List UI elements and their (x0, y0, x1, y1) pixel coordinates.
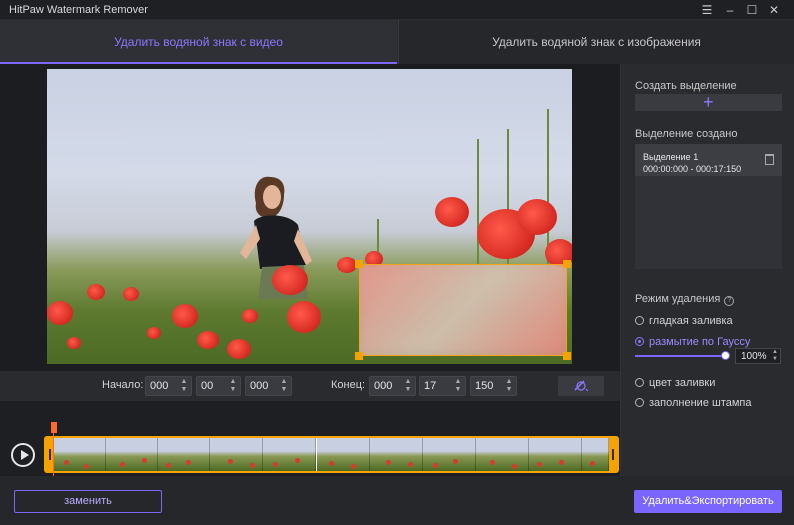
poppy (517, 199, 557, 235)
stepper-arrows-icon[interactable]: ▲ ▼ (404, 378, 412, 394)
app-title: HitPaw Watermark Remover (9, 4, 148, 16)
mode-stamp-fill[interactable]: заполнение штампа (635, 397, 752, 409)
frame-thumbnail (54, 438, 106, 471)
mode-tabs: Удалить водяной знак с видео Удалить вод… (0, 20, 794, 64)
frame-thumbnail (423, 438, 476, 471)
mode-smooth-fill[interactable]: гладкая заливка (635, 315, 733, 327)
poppy (435, 197, 469, 227)
stepper-arrows-icon[interactable]: ▲ ▼ (454, 378, 462, 394)
poppy (197, 331, 219, 349)
blur-slider-knob[interactable] (721, 351, 730, 360)
poppy (47, 301, 73, 325)
menu-icon[interactable]: ☰ (699, 2, 715, 18)
stepper-arrows-icon[interactable]: ▲ ▼ (772, 349, 778, 363)
time-range-controls: Начало: 000 ▲ ▼ 00 ▲ ▼ 000 ▲ ▼ Конец: 000 ▲… (0, 371, 620, 401)
radio-icon (635, 316, 644, 325)
poppy (227, 339, 251, 359)
tab-video[interactable]: Удалить водяной знак с видео (0, 20, 397, 64)
add-selection-button[interactable]: + (635, 92, 782, 112)
blur-overlay (360, 265, 566, 355)
poppy (87, 284, 105, 300)
timeline-strip[interactable] (44, 436, 619, 473)
poppy (123, 287, 139, 301)
playhead-line (53, 433, 54, 477)
tab-image[interactable]: Удалить водяной знак с изображения (398, 20, 794, 64)
trash-icon[interactable] (765, 154, 774, 165)
resize-handle-top-right[interactable] (563, 260, 571, 268)
start-label: Начало: (102, 379, 144, 391)
frame-thumbnail (158, 438, 210, 471)
right-panel: Создать выделение + Выделение создано Вы… (620, 64, 794, 476)
play-button[interactable] (11, 443, 35, 467)
title-bar: HitPaw Watermark Remover ☰ – ☐ ✕ (0, 0, 794, 20)
close-icon[interactable]: ✕ (766, 2, 782, 18)
resize-handle-bottom-left[interactable] (355, 352, 363, 360)
auto-detect-button[interactable] (558, 376, 604, 396)
poppy (242, 309, 258, 323)
blur-slider-track[interactable] (635, 355, 725, 357)
watermark-selection-box[interactable] (359, 264, 567, 356)
blur-percent-stepper[interactable]: 100% ▲ ▼ (735, 348, 781, 364)
poppy (287, 301, 321, 333)
stepper-arrows-icon[interactable]: ▲ ▼ (280, 378, 288, 394)
resize-handle-top-left[interactable] (355, 260, 363, 268)
remove-export-button[interactable]: Удалить&Экспортировать (634, 490, 782, 513)
frame-thumbnail (582, 438, 609, 471)
info-icon[interactable]: ? (724, 296, 735, 306)
maximize-icon[interactable]: ☐ (744, 2, 760, 18)
mode-fill-color[interactable]: цвет заливки (635, 377, 715, 389)
mode-gaussian-blur[interactable]: размытие по Гауссу (635, 336, 750, 348)
start-seconds-stepper[interactable]: 00 ▲ ▼ (196, 376, 241, 396)
create-selection-label: Создать выделение (635, 80, 737, 92)
radio-icon (635, 378, 644, 387)
playhead-handle[interactable] (51, 422, 57, 433)
radio-icon (635, 398, 644, 407)
poppy (272, 265, 308, 295)
stepper-arrows-icon[interactable]: ▲ ▼ (180, 378, 188, 394)
play-icon (21, 450, 29, 460)
frame-thumbnail (370, 438, 423, 471)
video-preview (47, 69, 572, 364)
preview-area (0, 64, 620, 371)
radio-selected-icon (635, 337, 644, 346)
poppy (147, 327, 161, 339)
frame-thumbnail (263, 438, 316, 471)
poppy (172, 304, 198, 328)
plus-icon: + (703, 92, 714, 112)
end-seconds-stepper[interactable]: 17 ▲ ▼ (419, 376, 466, 396)
resize-handle-bottom-right[interactable] (563, 352, 571, 360)
selection-created-label: Выделение создано (635, 128, 738, 140)
poppy (67, 337, 81, 349)
frame-thumbnail (529, 438, 582, 471)
frame-thumbnail (106, 438, 158, 471)
stepper-arrows-icon[interactable]: ▲ ▼ (505, 378, 513, 394)
end-label: Конец: (331, 379, 366, 391)
start-minutes-stepper[interactable]: 000 ▲ ▼ (145, 376, 192, 396)
frame-thumbnail (317, 438, 370, 471)
magic-wand-icon (574, 380, 589, 392)
end-ms-stepper[interactable]: 150 ▲ ▼ (470, 376, 517, 396)
selection-range: 000:00:000 - 000:17:150 (643, 164, 742, 174)
stepper-arrows-icon[interactable]: ▲ ▼ (229, 378, 237, 394)
timeline (0, 401, 620, 477)
end-minutes-stepper[interactable]: 000 ▲ ▼ (369, 376, 416, 396)
removal-mode-label: Режим удаления (635, 293, 721, 305)
replace-button[interactable]: заменить (14, 490, 162, 513)
selection-name: Выделение 1 (643, 152, 699, 162)
frame-thumbnail (210, 438, 263, 471)
trim-handle-right[interactable] (609, 438, 617, 471)
poppy (337, 257, 357, 273)
selection-item[interactable]: Выделение 1 000:00:000 - 000:17:150 (635, 144, 782, 176)
bottom-bar: заменить Удалить&Экспортировать (0, 476, 794, 525)
frame-thumbnail (476, 438, 529, 471)
start-ms-stepper[interactable]: 000 ▲ ▼ (245, 376, 292, 396)
minimize-icon[interactable]: – (722, 2, 738, 18)
removal-mode-header: Режим удаления? (635, 293, 735, 306)
segment-divider (316, 438, 317, 471)
